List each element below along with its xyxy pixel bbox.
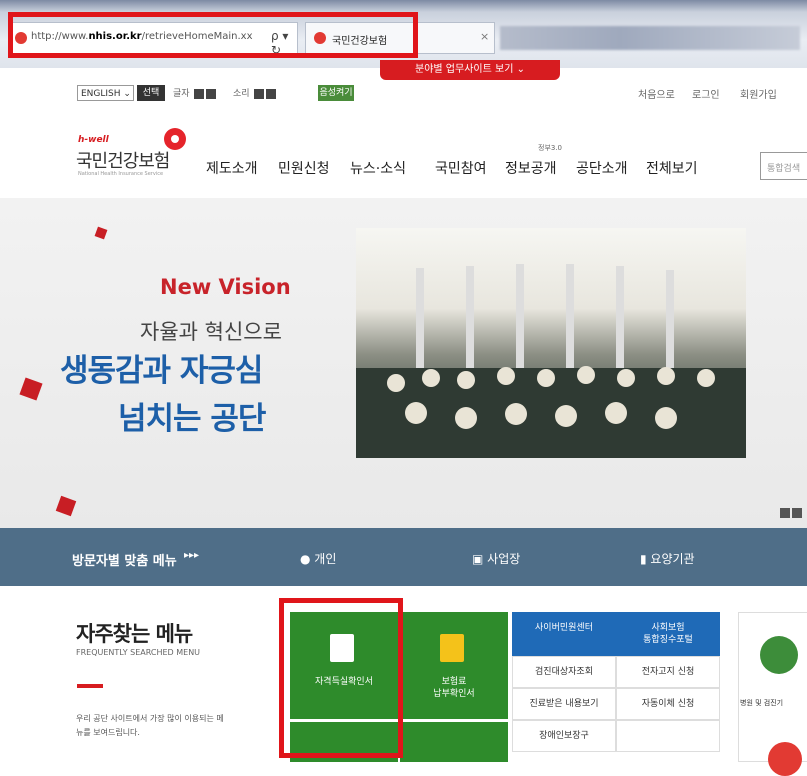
font-size-label: 글자 [173, 89, 190, 99]
quick-social-insurance-portal[interactable]: 사회보험 통합징수포털 [616, 612, 720, 656]
hospital-icon [760, 636, 798, 674]
visitor-workplace[interactable]: ▣ 사업장 [472, 550, 520, 567]
red-circle-icon [768, 742, 802, 776]
address-bar-highlight [8, 12, 418, 58]
language-select-button[interactable]: 선택 [137, 85, 165, 101]
receipt-icon [440, 634, 464, 662]
logo-name[interactable]: 국민건강보험 [76, 147, 170, 173]
deco-cube-icon [19, 377, 43, 401]
logo-hwell[interactable]: h-well [78, 135, 109, 145]
tab-close-icon[interactable]: × [480, 30, 489, 43]
deco-cube-icon [94, 226, 108, 240]
quick-disability-aid[interactable]: 장애인보장구 [512, 720, 616, 752]
quick-treatment-history[interactable]: 진료받은 내용보기 [512, 688, 616, 720]
hero-photo [356, 228, 746, 458]
visitor-individual[interactable]: ● 개인 [300, 550, 336, 567]
language-select[interactable]: ENGLISH ⌄ [77, 85, 134, 101]
auditorium-photo [356, 264, 746, 458]
nav-civil-petition[interactable]: 민원신청 [278, 158, 330, 178]
visitor-medical-institution[interactable]: ▮ 요양기관 [640, 550, 695, 567]
eligibility-tile-highlight [279, 598, 403, 758]
hero-line3: 넘치는 공단 [118, 401, 266, 437]
hero-new-vision: New Vision [160, 275, 291, 299]
frequent-menu-subtitle: FREQUENTLY SEARCHED MENU [76, 648, 201, 657]
visitor-menu-title: 방문자별 맞춤 메뉴 [72, 554, 177, 569]
logo-subtitle: National Health Insurance Service [78, 171, 164, 177]
search-input[interactable]: 통합검색 [760, 152, 807, 180]
home-link[interactable]: 처음으로 [638, 86, 675, 101]
quick-empty [616, 720, 720, 752]
sound-control: 소리 [233, 86, 277, 99]
quick-checkup-lookup[interactable]: 검진대상자조회 [512, 656, 616, 688]
sound-down-icon[interactable] [266, 88, 277, 99]
frequent-menu-desc: 우리 공단 사이트에서 가장 많이 이용되는 메뉴를 보여드립니다. [76, 714, 224, 737]
login-link[interactable]: 로그인 [692, 86, 720, 101]
tile-more[interactable] [400, 722, 508, 762]
font-decrease-icon[interactable] [206, 88, 217, 99]
signup-link[interactable]: 회원가입 [740, 86, 777, 101]
hero-line2: 생동감과 자긍심 [60, 353, 263, 389]
next-icon[interactable] [792, 508, 802, 518]
browser-tabs-inactive[interactable] [500, 26, 800, 50]
nav-agency-intro[interactable]: 공단소개 [576, 158, 628, 178]
quick-e-notice[interactable]: 전자고지 신청 [616, 656, 720, 688]
hero-pager[interactable] [780, 503, 807, 518]
nav-info-disclosure[interactable]: 정보공개 [505, 158, 557, 178]
tile-premium-payment-certificate[interactable]: 보험료 납부확인서 [400, 612, 508, 719]
logo-mark-icon [164, 128, 186, 150]
font-increase-icon[interactable] [194, 88, 205, 99]
font-size-control: 글자 [173, 86, 217, 99]
voice-toggle-button[interactable]: 음성켜기 [318, 85, 354, 101]
nav-view-all[interactable]: 전체보기 [646, 158, 698, 178]
nav-participation[interactable]: 국민참여 [435, 158, 487, 178]
nav-system-intro[interactable]: 제도소개 [206, 158, 258, 178]
field-sites-dropdown[interactable]: 분야별 업무사이트 보기 ⌄ [380, 60, 560, 80]
sound-label: 소리 [233, 89, 250, 99]
tile-label: 보험료 납부확인서 [433, 677, 475, 699]
pause-icon[interactable] [780, 508, 790, 518]
hero-line1: 자율과 혁신으로 [140, 320, 282, 344]
hospital-search-box[interactable] [738, 612, 807, 762]
frequent-menu-title: 자주찾는 메뉴 [76, 622, 193, 646]
sound-up-icon[interactable] [254, 88, 265, 99]
gov30-badge: 정부3.0 [538, 144, 563, 152]
arrow-icon: ▸▸▸ [184, 550, 200, 561]
quick-auto-transfer[interactable]: 자동이체 신청 [616, 688, 720, 720]
hospital-search-label[interactable]: 병원 및 검진기 [740, 698, 783, 708]
visitor-menu-bar: 방문자별 맞춤 메뉴 ▸▸▸ ● 개인 ▣ 사업장 ▮ 요양기관 [0, 528, 807, 586]
title-underline [77, 684, 103, 688]
deco-cube-icon [55, 495, 77, 517]
quick-cyber-center[interactable]: 사이버민원센터 [512, 612, 616, 656]
nav-news[interactable]: 뉴스·소식 [350, 158, 406, 178]
